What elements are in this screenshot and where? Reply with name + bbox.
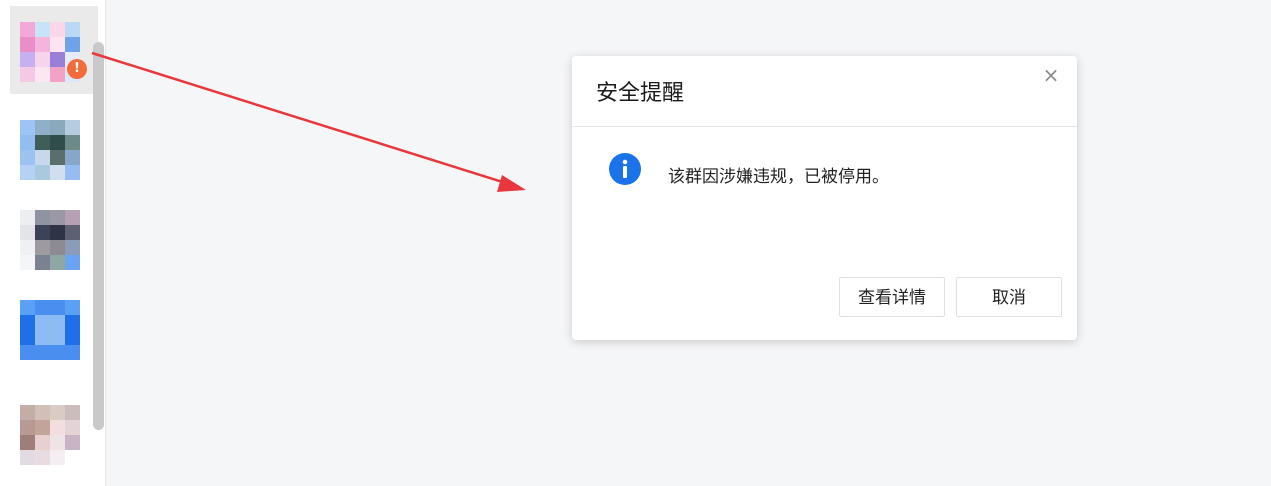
avatar-tile <box>50 225 65 240</box>
avatar-tile <box>50 330 65 345</box>
security-alert-dialog: 安全提醒 × 该群因涉嫌违规，已被停用。 查看详情 取消 <box>572 56 1077 340</box>
avatar-tile <box>50 450 65 465</box>
avatar-tile <box>35 330 50 345</box>
avatar-tile <box>65 210 80 225</box>
avatar-tile <box>50 435 65 450</box>
warning-icon: ! <box>67 59 87 79</box>
avatar-tile <box>50 22 65 37</box>
avatar-tile <box>35 165 50 180</box>
avatar-tile <box>35 435 50 450</box>
avatar-tile <box>20 135 35 150</box>
avatar-tile <box>20 150 35 165</box>
avatar-tile <box>50 37 65 52</box>
avatar-tile <box>65 225 80 240</box>
avatar-tile <box>65 150 80 165</box>
avatar-image <box>20 405 80 465</box>
avatar-tile <box>65 420 80 435</box>
avatar-tile <box>35 315 50 330</box>
avatar-tile <box>35 120 50 135</box>
avatar-tile <box>35 420 50 435</box>
avatar-tile <box>50 67 65 82</box>
avatar-tile <box>20 120 35 135</box>
avatar-tile <box>50 240 65 255</box>
avatar-tile <box>35 405 50 420</box>
avatar-image <box>20 210 80 270</box>
avatar-tile <box>20 315 35 330</box>
avatar-tile <box>35 52 50 67</box>
avatar-tile <box>65 315 80 330</box>
avatar-tile <box>20 225 35 240</box>
info-icon <box>609 153 641 185</box>
avatar-tile <box>35 67 50 82</box>
avatar-tile <box>35 150 50 165</box>
avatar-tile <box>65 255 80 270</box>
avatar-tile <box>65 120 80 135</box>
dialog-title: 安全提醒 <box>596 81 685 106</box>
avatar-tile <box>65 37 80 52</box>
group-avatar-5[interactable] <box>20 405 80 465</box>
avatar-tile <box>35 210 50 225</box>
avatar-tile <box>65 22 80 37</box>
avatar-tile <box>20 22 35 37</box>
avatar-tile <box>20 435 35 450</box>
avatar-tile <box>20 420 35 435</box>
avatar-tile <box>20 255 35 270</box>
avatar-tile <box>35 255 50 270</box>
avatar-tile <box>20 405 35 420</box>
avatar-tile <box>20 67 35 82</box>
avatar-tile <box>65 165 80 180</box>
avatar-image <box>20 300 80 360</box>
avatar-tile <box>65 300 80 315</box>
dialog-divider <box>572 126 1077 127</box>
avatar-tile <box>35 345 50 360</box>
chat-sidebar: ! <box>0 0 106 486</box>
group-avatar-2[interactable] <box>20 120 80 180</box>
avatar-tile <box>50 255 65 270</box>
avatar-tile <box>65 405 80 420</box>
avatar-tile <box>20 300 35 315</box>
avatar-tile <box>50 405 65 420</box>
avatar-tile <box>20 52 35 67</box>
avatar-tile <box>65 240 80 255</box>
avatar-tile <box>20 210 35 225</box>
avatar-tile <box>20 330 35 345</box>
sidebar-scrollbar[interactable] <box>93 42 104 430</box>
avatar-image <box>20 120 80 180</box>
avatar-tile <box>35 300 50 315</box>
avatar-tile <box>50 165 65 180</box>
dialog-message: 该群因涉嫌违规，已被停用。 <box>668 167 889 187</box>
avatar-tile <box>20 165 35 180</box>
avatar-tile <box>20 450 35 465</box>
avatar-tile <box>35 135 50 150</box>
avatar-tile <box>35 450 50 465</box>
avatar-tile <box>50 135 65 150</box>
avatar-tile <box>65 450 80 465</box>
view-details-button[interactable]: 查看详情 <box>839 277 945 317</box>
avatar-tile <box>50 120 65 135</box>
avatar-tile <box>35 37 50 52</box>
avatar-tile <box>65 345 80 360</box>
avatar-tile <box>50 52 65 67</box>
avatar-tile <box>50 150 65 165</box>
avatar-tile <box>65 435 80 450</box>
avatar-tile <box>20 345 35 360</box>
avatar-tile <box>50 345 65 360</box>
avatar-tile <box>50 315 65 330</box>
avatar-tile <box>50 420 65 435</box>
avatar-tile <box>35 22 50 37</box>
group-avatar-3[interactable] <box>20 210 80 270</box>
group-avatar-4[interactable] <box>20 300 80 360</box>
avatar-tile <box>65 330 80 345</box>
close-icon[interactable]: × <box>1041 65 1061 85</box>
avatar-tile <box>35 225 50 240</box>
avatar-tile <box>50 210 65 225</box>
avatar-tile <box>35 240 50 255</box>
avatar-tile <box>20 240 35 255</box>
cancel-button[interactable]: 取消 <box>956 277 1062 317</box>
avatar-tile <box>20 37 35 52</box>
avatar-tile <box>65 135 80 150</box>
avatar-tile <box>50 300 65 315</box>
